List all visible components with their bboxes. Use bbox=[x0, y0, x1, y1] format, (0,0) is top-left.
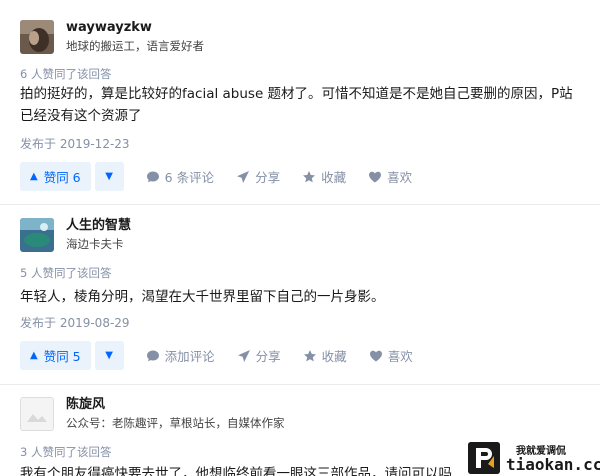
author-info: waywayzkw 地球的搬运工，语言爱好者 bbox=[20, 20, 204, 54]
triangle-up-icon: ▲ bbox=[30, 171, 38, 182]
divider bbox=[0, 384, 600, 385]
publish-date[interactable]: 发布于 2019-08-29 bbox=[20, 314, 130, 331]
action-bar: ▲ 赞同 6 ▼ 6 条评论 分享 收藏 喜欢 bbox=[20, 162, 412, 191]
collect-label: 收藏 bbox=[321, 170, 347, 185]
upvote-label: 赞同 5 bbox=[43, 349, 81, 364]
publish-date[interactable]: 发布于 2019-12-23 bbox=[20, 135, 130, 152]
vote-summary: 6 人赞同了该回答 bbox=[20, 67, 112, 81]
author-bio: 公众号：老陈趣评，草根站长，自媒体作家 bbox=[66, 416, 285, 430]
triangle-down-icon: ▼ bbox=[105, 171, 113, 182]
share-label: 分享 bbox=[255, 349, 281, 364]
answer-content: 年轻人，棱角分明，渴望在大千世界里留下自己的一片身影。 bbox=[20, 289, 385, 305]
author-bio: 地球的搬运工，语言爱好者 bbox=[66, 39, 204, 53]
author-info: 陈旋风 公众号：老陈趣评，草根站长，自媒体作家 bbox=[20, 397, 285, 431]
collect-button[interactable]: 收藏 bbox=[303, 346, 347, 365]
star-icon bbox=[303, 349, 316, 361]
share-label: 分享 bbox=[255, 170, 281, 185]
watermark-logo-icon bbox=[468, 442, 500, 474]
vote-summary: 5 人赞同了该回答 bbox=[20, 266, 112, 280]
avatar[interactable] bbox=[20, 397, 54, 431]
star-icon bbox=[303, 170, 316, 182]
avatar[interactable] bbox=[20, 20, 54, 54]
share-icon bbox=[237, 349, 250, 362]
like-button[interactable]: 喜欢 bbox=[369, 346, 413, 365]
vote-summary: 3 人赞同了该回答 bbox=[20, 445, 112, 459]
upvote-button[interactable]: ▲ 赞同 5 bbox=[20, 341, 91, 370]
comment-label: 添加评论 bbox=[164, 349, 215, 364]
comment-button[interactable]: 6 条评论 bbox=[146, 167, 214, 186]
heart-icon bbox=[369, 171, 382, 182]
watermark: 我就爱调侃 tiaokan.cc bbox=[466, 440, 600, 476]
collect-label: 收藏 bbox=[321, 349, 347, 364]
like-button[interactable]: 喜欢 bbox=[368, 167, 412, 186]
share-button[interactable]: 分享 bbox=[236, 167, 280, 186]
comment-label: 6 条评论 bbox=[164, 170, 215, 185]
watermark-domain: tiaokan.cc bbox=[506, 455, 600, 474]
share-icon bbox=[237, 170, 250, 183]
triangle-down-icon: ▼ bbox=[105, 350, 113, 361]
author-name[interactable]: 陈旋风 bbox=[66, 396, 285, 413]
upvote-button[interactable]: ▲ 赞同 6 bbox=[20, 162, 91, 191]
avatar[interactable] bbox=[20, 218, 54, 252]
triangle-up-icon: ▲ bbox=[30, 350, 38, 361]
comment-icon bbox=[146, 171, 159, 182]
author-name[interactable]: 人生的智慧 bbox=[66, 217, 131, 234]
downvote-button[interactable]: ▼ bbox=[94, 341, 124, 370]
comment-icon bbox=[146, 350, 159, 361]
author-info: 人生的智慧 海边卡夫卡 bbox=[20, 218, 131, 252]
action-bar: ▲ 赞同 5 ▼ 添加评论 分享 收藏 喜欢 bbox=[20, 341, 413, 370]
like-label: 喜欢 bbox=[387, 349, 413, 364]
share-button[interactable]: 分享 bbox=[237, 346, 281, 365]
answer-content: 拍的挺好的，算是比较好的facial abuse 题材了。可惜不知道是不是她自己… bbox=[20, 86, 573, 124]
divider bbox=[0, 204, 600, 205]
downvote-button[interactable]: ▼ bbox=[94, 162, 124, 191]
author-name[interactable]: waywayzkw bbox=[66, 19, 204, 36]
author-bio: 海边卡夫卡 bbox=[66, 237, 124, 251]
comment-button[interactable]: 添加评论 bbox=[146, 346, 215, 365]
upvote-label: 赞同 6 bbox=[43, 170, 81, 185]
like-label: 喜欢 bbox=[387, 170, 413, 185]
collect-button[interactable]: 收藏 bbox=[302, 167, 346, 186]
heart-icon bbox=[369, 350, 382, 361]
